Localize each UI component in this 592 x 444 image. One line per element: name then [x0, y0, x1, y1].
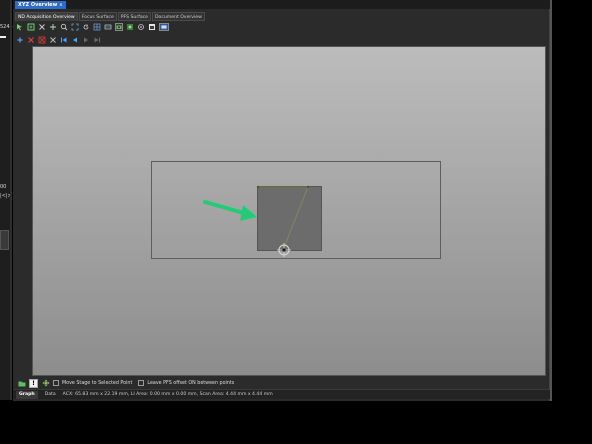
crosshair-marker[interactable]: [277, 243, 291, 257]
grid-icon[interactable]: [93, 23, 101, 31]
cross-icon[interactable]: [49, 36, 57, 44]
tab-graph[interactable]: Graph: [16, 390, 38, 399]
view-tabs: ND Acquisition Overview Focus Surface PF…: [15, 12, 205, 21]
left-value-2: 00: [0, 184, 7, 190]
fit-icon[interactable]: [71, 23, 79, 31]
rotate-icon[interactable]: [82, 23, 90, 31]
status-bar: Graph Data ACX: 65.83 mm x 22.19 mm, LI …: [13, 389, 550, 399]
move-icon[interactable]: [49, 23, 57, 31]
move-stage-checkbox[interactable]: [53, 380, 59, 386]
left-panel-box[interactable]: [0, 230, 9, 250]
title-bar: XYZ Overview ×: [13, 0, 550, 9]
tab-data[interactable]: Data: [42, 391, 59, 399]
leave-pfs-label: Leave PFS offset ON between points: [147, 380, 235, 386]
status-text: ACX: 65.83 mm x 22.19 mm, LI Area: 0.00 …: [62, 392, 273, 397]
tab-document-overview[interactable]: Document Overview: [152, 12, 205, 21]
corner-point-left[interactable]: [256, 185, 260, 189]
window-title-tab[interactable]: XYZ Overview ×: [15, 1, 66, 9]
scan-icon[interactable]: [104, 23, 112, 31]
skip-first-icon[interactable]: [60, 36, 68, 44]
left-side-panel: 5245 00 |<|>: [0, 0, 13, 400]
select-arrow-icon[interactable]: [16, 23, 24, 31]
leave-pfs-checkbox[interactable]: [138, 380, 145, 386]
capture-icon[interactable]: [148, 23, 156, 31]
green-arrow: [203, 200, 257, 221]
info-button[interactable]: !: [29, 378, 38, 388]
display-icon[interactable]: [159, 23, 169, 31]
close-icon[interactable]: ×: [59, 1, 62, 9]
zoom-icon[interactable]: [60, 23, 68, 31]
settings-icon[interactable]: [137, 23, 145, 31]
corner-point-right[interactable]: [306, 185, 310, 189]
overview-canvas[interactable]: [32, 46, 546, 376]
canvas-overlay: [203, 185, 310, 257]
tab-pfs-surface[interactable]: PFS Surface: [117, 12, 151, 21]
xyz-overview-window: XYZ Overview × ND Acquisition Overview F…: [13, 0, 550, 401]
point-toolbar: [16, 35, 101, 45]
skip-last-icon[interactable]: [93, 36, 101, 44]
bottom-options-bar: ! Move Stage to Selected Point Leave PFS…: [15, 377, 548, 389]
stage-icon[interactable]: [126, 23, 134, 31]
next-icon[interactable]: [82, 36, 90, 44]
remove-icon[interactable]: [27, 36, 35, 44]
prev-icon[interactable]: [71, 36, 79, 44]
move-stage-icon[interactable]: [41, 379, 50, 388]
add-icon[interactable]: [16, 36, 24, 44]
folder-icon[interactable]: [17, 379, 26, 388]
window-title: XYZ Overview: [18, 2, 58, 8]
camera-icon[interactable]: [115, 23, 123, 31]
screen: 5245 00 |<|> XYZ Overview × ND Acquisiti…: [0, 0, 592, 444]
tab-focus-surface[interactable]: Focus Surface: [78, 12, 117, 21]
main-toolbar: [16, 22, 169, 32]
tab-nd-acquisition-overview[interactable]: ND Acquisition Overview: [15, 12, 78, 21]
add-point-icon[interactable]: [27, 23, 35, 31]
path-line: [282, 186, 309, 251]
move-stage-label: Move Stage to Selected Point: [62, 380, 133, 386]
left-slider-bar[interactable]: [0, 36, 6, 38]
window-right-border: [550, 0, 552, 401]
delete-all-icon[interactable]: [38, 36, 46, 44]
delete-point-icon[interactable]: [38, 23, 46, 31]
left-panel-divider[interactable]: [10, 0, 12, 400]
